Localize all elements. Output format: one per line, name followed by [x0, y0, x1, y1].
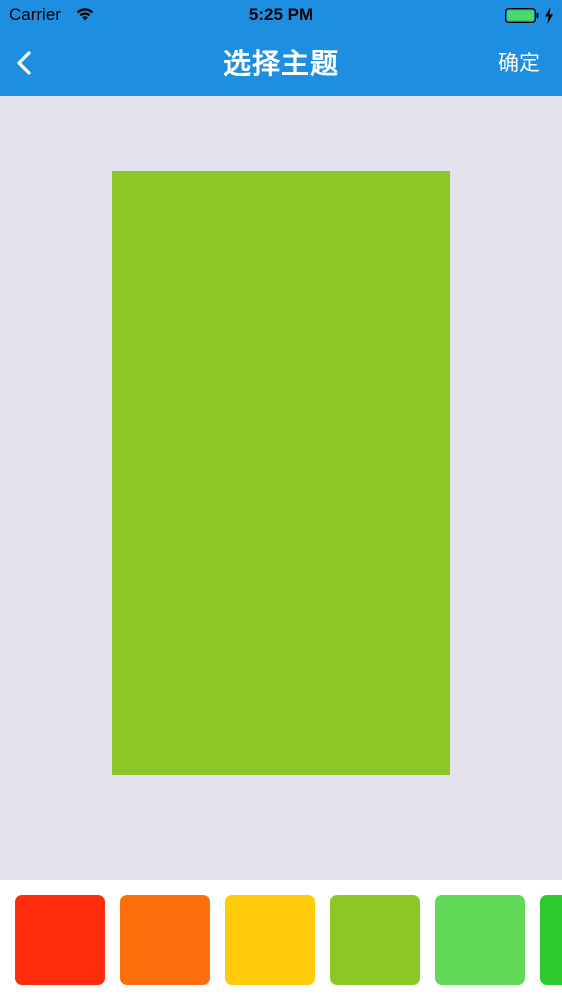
navigation-bar: 选择主题 确定	[0, 32, 562, 96]
color-swatch[interactable]	[435, 895, 525, 985]
theme-color-palette	[0, 880, 562, 1000]
color-swatch[interactable]	[15, 895, 105, 985]
page-title: 选择主题	[222, 48, 339, 79]
color-swatch[interactable]	[330, 895, 420, 985]
status-bar: Carrier 5:25 PM	[0, 0, 562, 32]
color-swatch[interactable]	[540, 895, 562, 985]
charging-bolt-icon	[544, 7, 554, 24]
battery-icon	[505, 8, 539, 24]
color-swatch[interactable]	[120, 895, 210, 985]
status-time: 5:25 PM	[248, 5, 314, 24]
color-swatch[interactable]	[225, 895, 315, 985]
theme-preview	[112, 171, 450, 775]
confirm-button[interactable]: 确定	[498, 51, 540, 77]
